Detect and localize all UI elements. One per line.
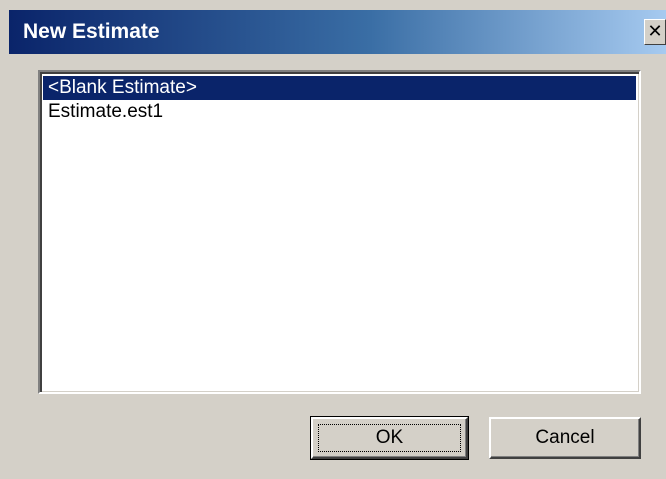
cancel-button[interactable]: Cancel — [489, 417, 641, 459]
list-item-blank-estimate[interactable]: <Blank Estimate> — [43, 76, 636, 100]
ok-button-label: OK — [375, 427, 404, 448]
list-item-estimate-est1[interactable]: Estimate.est1 — [43, 100, 636, 124]
window-title: New Estimate — [23, 20, 160, 43]
estimate-listbox[interactable]: <Blank Estimate> Estimate.est1 — [38, 70, 641, 394]
ok-button[interactable]: OK — [310, 416, 469, 460]
title-bar[interactable]: New Estimate ✕ — [9, 10, 666, 54]
close-button[interactable]: ✕ — [644, 19, 666, 45]
cancel-button-label: Cancel — [535, 427, 595, 448]
close-icon: ✕ — [647, 21, 663, 42]
new-estimate-dialog: New Estimate ✕ <Blank Estimate> Estimate… — [0, 0, 666, 479]
